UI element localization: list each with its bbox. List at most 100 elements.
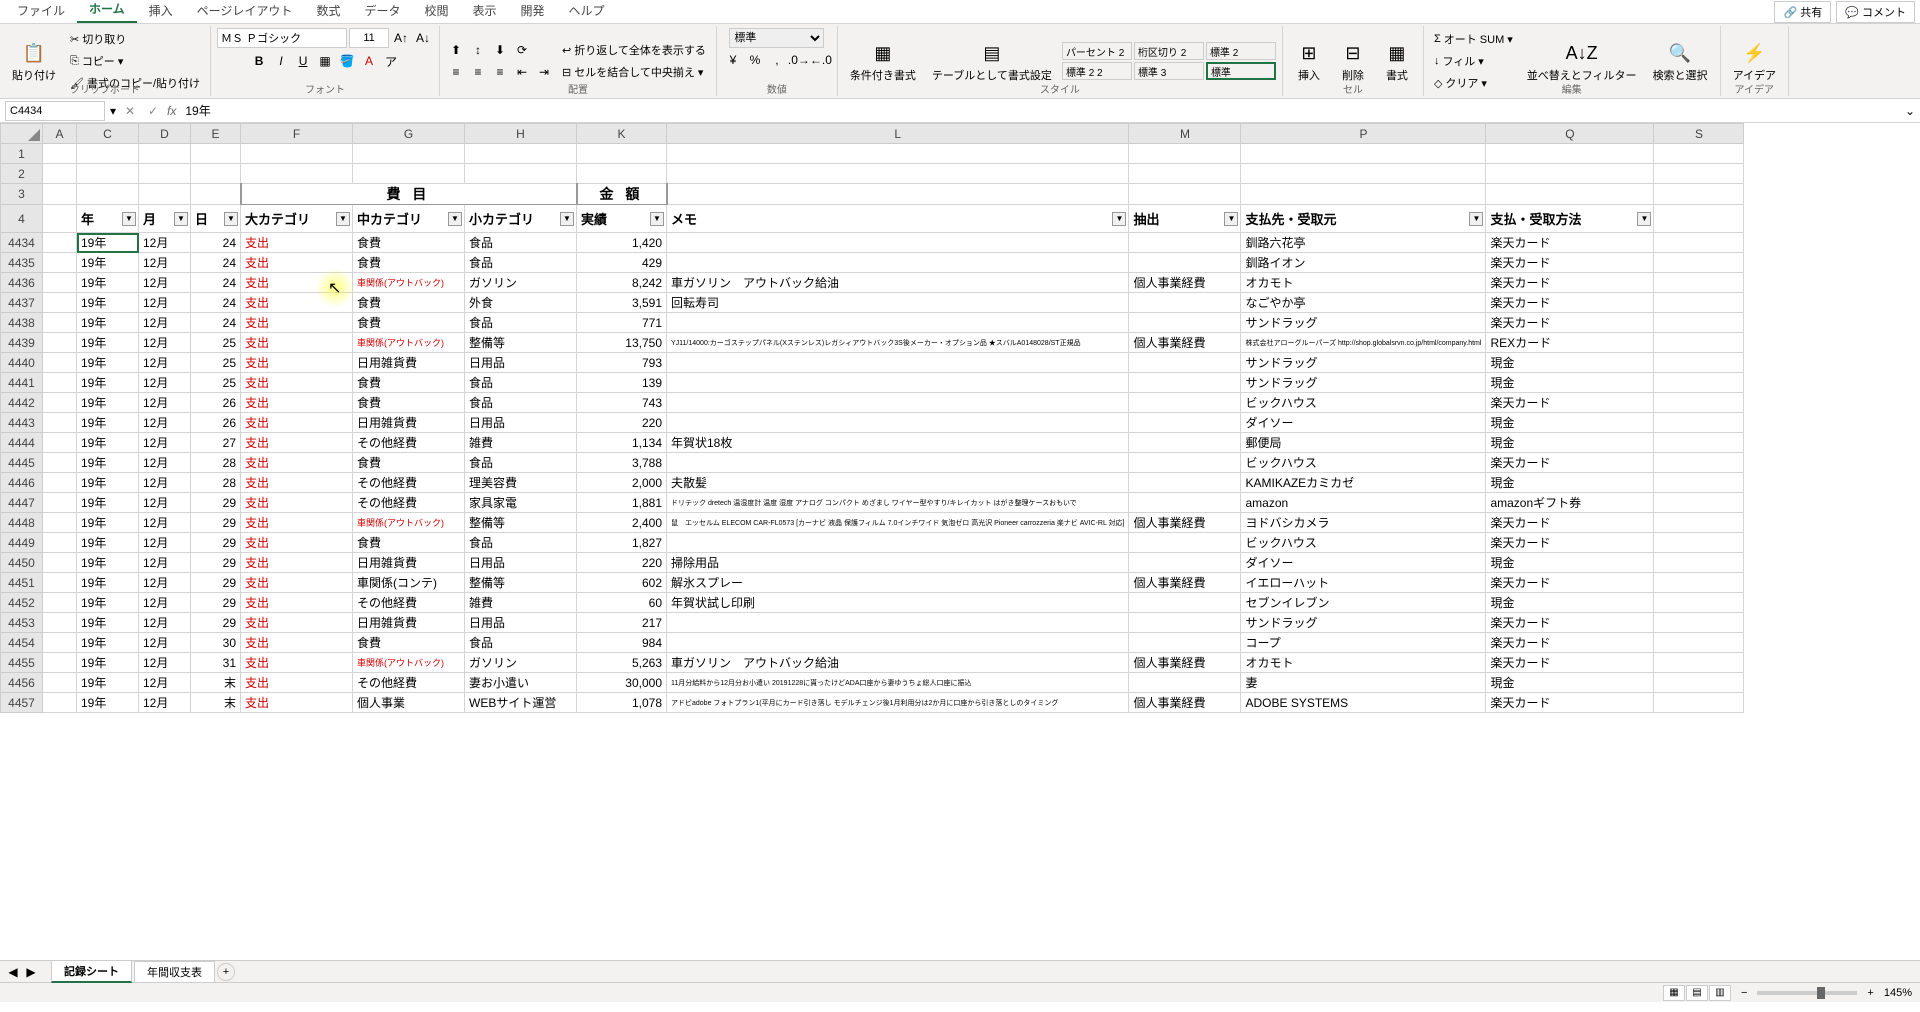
cell-cat2[interactable]: 日用雑貨費: [353, 613, 465, 633]
cell-method[interactable]: 楽天カード: [1486, 513, 1654, 533]
cell-cat3[interactable]: 日用品: [465, 613, 577, 633]
cell-memo[interactable]: 車ガソリン アウトバック給油: [667, 653, 1129, 673]
fx-icon[interactable]: fx: [167, 104, 176, 118]
sheet-area[interactable]: ↖ ACDEFGHKLMPQS123費 目金 額4年▼月▼日▼大カテゴリ▼中カテ…: [0, 123, 1920, 960]
filter-dropdown-icon[interactable]: ▼: [1112, 212, 1126, 226]
cell-memo[interactable]: 回転寿司: [667, 293, 1129, 313]
copy-button[interactable]: ⎘ コピー ▾: [66, 51, 204, 71]
cell-day[interactable]: 29: [191, 533, 241, 553]
filter-header[interactable]: 月▼: [139, 205, 191, 233]
filter-dropdown-icon[interactable]: ▼: [122, 212, 136, 226]
cell-memo[interactable]: 11月分給料から12月分お小遣い 20191228に貰ったけどADA口座から妻ゆ…: [667, 673, 1129, 693]
cell-payee[interactable]: サンドラッグ: [1241, 373, 1486, 393]
row-header-4437[interactable]: 4437: [1, 293, 43, 313]
cell-cat3[interactable]: 雑費: [465, 593, 577, 613]
cell-amount[interactable]: 771: [577, 313, 667, 333]
filter-dropdown-icon[interactable]: ▼: [1469, 212, 1483, 226]
sheet-tab-1[interactable]: 記録シート: [51, 960, 132, 983]
cell-year[interactable]: 19年: [77, 333, 139, 353]
wrap-text-button[interactable]: ↩ 折り返して全体を表示する: [558, 40, 710, 60]
cell-extract[interactable]: [1129, 373, 1241, 393]
cell-month[interactable]: 12月: [139, 593, 191, 613]
cell-year[interactable]: 19年: [77, 453, 139, 473]
cell-extract[interactable]: [1129, 433, 1241, 453]
cell-extract[interactable]: [1129, 473, 1241, 493]
cancel-formula-button[interactable]: ✕: [121, 102, 139, 120]
cell-year[interactable]: 19年: [77, 273, 139, 293]
cell-cat2[interactable]: 日用雑貨費: [353, 413, 465, 433]
cell-month[interactable]: 12月: [139, 233, 191, 253]
cell-day[interactable]: 26: [191, 393, 241, 413]
cell-memo[interactable]: 掃除用品: [667, 553, 1129, 573]
cell-day[interactable]: 24: [191, 273, 241, 293]
cell-memo[interactable]: アドビadobe フォトプラン1(平月にカード引き落し モデルチェンジ後1月利用…: [667, 693, 1129, 713]
cell-extract[interactable]: [1129, 493, 1241, 513]
cell-day[interactable]: 28: [191, 453, 241, 473]
cell-month[interactable]: 12月: [139, 413, 191, 433]
cell[interactable]: [353, 164, 465, 184]
insert-cells-button[interactable]: ⊞挿入: [1289, 37, 1329, 85]
cell-payee[interactable]: ダイソー: [1241, 553, 1486, 573]
cell-memo[interactable]: [667, 253, 1129, 273]
filter-dropdown-icon[interactable]: ▼: [560, 212, 574, 226]
cell-method[interactable]: 現金: [1486, 433, 1654, 453]
currency-button[interactable]: ¥: [723, 50, 743, 70]
cell[interactable]: [241, 164, 353, 184]
cell-extract[interactable]: 個人事業経費: [1129, 573, 1241, 593]
cell-payee[interactable]: ビックハウス: [1241, 533, 1486, 553]
cell-cat1[interactable]: 支出: [241, 553, 353, 573]
cell-cat1[interactable]: 支出: [241, 333, 353, 353]
cell-amount[interactable]: 13,750: [577, 333, 667, 353]
cell-extract[interactable]: [1129, 293, 1241, 313]
row-header-4448[interactable]: 4448: [1, 513, 43, 533]
cell-amount[interactable]: 3,788: [577, 453, 667, 473]
cell-year[interactable]: 19年: [77, 373, 139, 393]
cell-month[interactable]: 12月: [139, 393, 191, 413]
cell-cat1[interactable]: 支出: [241, 513, 353, 533]
cell-payee[interactable]: オカモト: [1241, 273, 1486, 293]
cell[interactable]: [1486, 164, 1654, 184]
cell-method[interactable]: 楽天カード: [1486, 693, 1654, 713]
cell-cat1[interactable]: 支出: [241, 653, 353, 673]
phonetic-button[interactable]: ア: [381, 51, 401, 71]
view-page-break-button[interactable]: ▥: [1709, 985, 1731, 1001]
decrease-decimal-button[interactable]: ←.0: [811, 50, 831, 70]
find-select-button[interactable]: 🔍検索と選択: [1647, 37, 1714, 85]
filter-header[interactable]: 年▼: [77, 205, 139, 233]
col-header-F[interactable]: F: [241, 124, 353, 144]
cell-amount[interactable]: 139: [577, 373, 667, 393]
cell-day[interactable]: 29: [191, 493, 241, 513]
cell-amount[interactable]: 1,078: [577, 693, 667, 713]
cell-cat3[interactable]: 家具家電: [465, 493, 577, 513]
style-std22[interactable]: 標準 2 2: [1062, 62, 1132, 80]
cut-button[interactable]: ✂ 切り取り: [66, 29, 204, 49]
cell-cat1[interactable]: 支出: [241, 533, 353, 553]
cell-payee[interactable]: ADOBE SYSTEMS: [1241, 693, 1486, 713]
cell-extract[interactable]: 個人事業経費: [1129, 653, 1241, 673]
zoom-in-button[interactable]: +: [1867, 987, 1873, 999]
filter-dropdown-icon[interactable]: ▼: [224, 212, 238, 226]
cell-year[interactable]: 19年: [77, 413, 139, 433]
cell[interactable]: [139, 164, 191, 184]
cell-extract[interactable]: [1129, 533, 1241, 553]
cell-method[interactable]: 現金: [1486, 413, 1654, 433]
cell-cat1[interactable]: 支出: [241, 473, 353, 493]
col-header-S[interactable]: S: [1654, 124, 1744, 144]
filter-dropdown-icon[interactable]: ▼: [336, 212, 350, 226]
cell-year[interactable]: 19年: [77, 493, 139, 513]
cell-cat2[interactable]: 車関係(アウトバック): [353, 273, 465, 293]
align-left-button[interactable]: ≡: [446, 62, 466, 82]
share-button[interactable]: 🔗 共有: [1774, 1, 1831, 23]
row-header-1[interactable]: 1: [1, 144, 43, 164]
cell[interactable]: [77, 144, 139, 164]
cell-cat3[interactable]: 食品: [465, 533, 577, 553]
cell-method[interactable]: 楽天カード: [1486, 633, 1654, 653]
align-center-button[interactable]: ≡: [468, 62, 488, 82]
row-header-4449[interactable]: 4449: [1, 533, 43, 553]
row-header-4[interactable]: 4: [1, 205, 43, 233]
increase-decimal-button[interactable]: .0→: [789, 50, 809, 70]
cell-extract[interactable]: 個人事業経費: [1129, 273, 1241, 293]
filter-header[interactable]: 中カテゴリ▼: [353, 205, 465, 233]
cell[interactable]: [1241, 144, 1486, 164]
col-header-Q[interactable]: Q: [1486, 124, 1654, 144]
